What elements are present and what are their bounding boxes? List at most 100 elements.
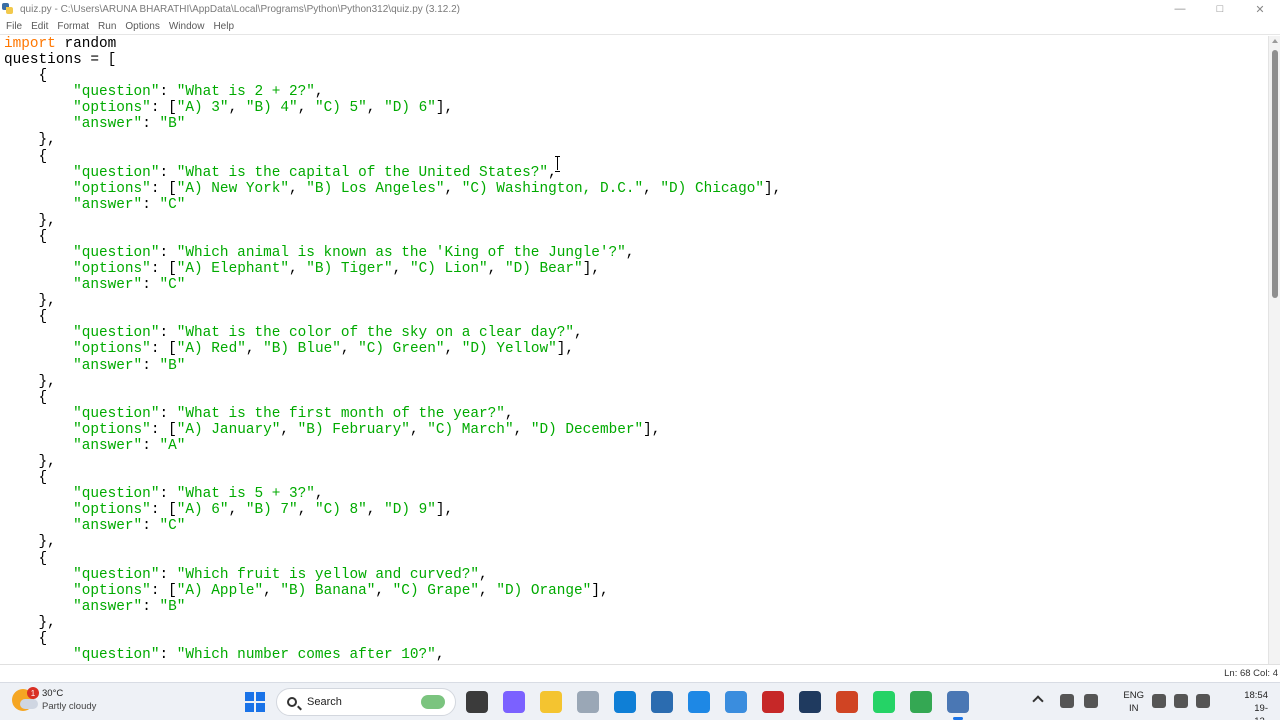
code-text[interactable]: import random questions = [ { "question":…	[0, 36, 1268, 663]
string-token: "answer"	[73, 518, 143, 535]
taskbar-file-explorer-dark-icon[interactable]	[466, 691, 488, 713]
battery-icon[interactable]	[1196, 694, 1210, 708]
code-token: :	[142, 598, 160, 615]
volume-muted-icon[interactable]	[1174, 694, 1188, 708]
taskbar-mcafee-icon[interactable]	[762, 691, 784, 713]
taskbar-store-icon[interactable]	[651, 691, 673, 713]
taskbar-file-explorer-icon[interactable]	[540, 691, 562, 713]
language-indicator[interactable]: ENG IN	[1123, 689, 1144, 715]
code-line[interactable]: "question": "Which number comes after 10…	[4, 647, 1268, 663]
code-line[interactable]: {	[4, 229, 1268, 245]
start-button[interactable]	[245, 692, 265, 712]
code-line[interactable]: "options": ["A) Red", "B) Blue", "C) Gre…	[4, 341, 1268, 357]
code-line[interactable]: "question": "What is 5 + 3?",	[4, 486, 1268, 502]
code-line[interactable]: {	[4, 149, 1268, 165]
taskbar-copilot-icon[interactable]	[503, 691, 525, 713]
maximize-button[interactable]: □	[1200, 0, 1240, 18]
code-line[interactable]: "options": ["A) New York", "B) Los Angel…	[4, 181, 1268, 197]
code-token: ,	[314, 84, 324, 101]
taskbar-python-idle-icon[interactable]	[577, 691, 599, 713]
taskbar-powerpoint-icon[interactable]	[836, 691, 858, 713]
code-token: },	[4, 293, 56, 310]
string-token: "options"	[73, 341, 151, 358]
code-line[interactable]: },	[4, 374, 1268, 390]
code-line[interactable]: "question": "What is the color of the sk…	[4, 325, 1268, 341]
code-line[interactable]: "answer": "B"	[4, 599, 1268, 615]
string-token: "C) Washington, D.C."	[461, 180, 644, 197]
code-line[interactable]: {	[4, 631, 1268, 647]
code-token: ],	[582, 261, 600, 278]
taskbar-search[interactable]: Search	[276, 688, 456, 716]
code-token: ,	[487, 261, 505, 278]
code-token: : [	[150, 180, 177, 197]
code-token: ,	[297, 100, 315, 117]
code-line[interactable]: "answer": "C"	[4, 197, 1268, 213]
taskbar-vscode-icon[interactable]	[688, 691, 710, 713]
menu-window[interactable]: Window	[165, 21, 210, 32]
clock[interactable]: 18:54 19-12-2024	[1244, 689, 1268, 720]
code-line[interactable]: "answer": "B"	[4, 116, 1268, 132]
code-line[interactable]: "options": ["A) January", "B) February",…	[4, 422, 1268, 438]
code-line[interactable]: "answer": "C"	[4, 518, 1268, 534]
code-line[interactable]: "question": "What is 2 + 2?",	[4, 84, 1268, 100]
menu-options[interactable]: Options	[121, 21, 164, 32]
code-line[interactable]: },	[4, 615, 1268, 631]
code-line[interactable]: {	[4, 551, 1268, 567]
code-token: :	[159, 245, 177, 262]
code-token: : [	[150, 421, 177, 438]
code-line[interactable]: "question": "What is the first month of …	[4, 406, 1268, 422]
code-line[interactable]: "options": ["A) Elephant", "B) Tiger", "…	[4, 261, 1268, 277]
taskbar-chrome-icon[interactable]	[910, 691, 932, 713]
code-editor[interactable]: import random questions = [ { "question":…	[0, 36, 1268, 664]
code-line[interactable]: {	[4, 309, 1268, 325]
code-token: : [	[150, 582, 177, 599]
menu-help[interactable]: Help	[209, 21, 239, 32]
code-line[interactable]: },	[4, 132, 1268, 148]
code-line[interactable]: "question": "What is the capital of the …	[4, 165, 1268, 181]
code-token: ,	[245, 341, 264, 358]
code-line[interactable]: "options": ["A) 6", "B) 7", "C) 8", "D) …	[4, 502, 1268, 518]
code-token: : [	[150, 502, 177, 519]
code-token: ,	[375, 582, 393, 599]
code-line[interactable]: "question": "Which fruit is yellow and c…	[4, 567, 1268, 583]
code-token: : [	[150, 261, 177, 278]
onedrive-icon[interactable]	[1060, 694, 1074, 708]
code-line[interactable]: "answer": "B"	[4, 358, 1268, 374]
wifi-icon[interactable]	[1152, 694, 1166, 708]
code-token: ,	[366, 502, 385, 519]
code-line[interactable]: },	[4, 213, 1268, 229]
code-line[interactable]: },	[4, 293, 1268, 309]
code-line[interactable]: {	[4, 68, 1268, 84]
code-line[interactable]: questions = [	[4, 52, 1268, 68]
menu-bar: File Edit Format Run Options Window Help	[0, 18, 1280, 35]
code-line[interactable]: },	[4, 454, 1268, 470]
string-token: "answer"	[73, 598, 143, 615]
close-button[interactable]: ✕	[1240, 0, 1280, 18]
code-line[interactable]: import random	[4, 36, 1268, 52]
microphone-icon[interactable]	[1084, 694, 1098, 708]
code-line[interactable]: },	[4, 534, 1268, 550]
code-line[interactable]: "answer": "C"	[4, 277, 1268, 293]
code-line[interactable]: {	[4, 390, 1268, 406]
taskbar-settings-icon[interactable]	[725, 691, 747, 713]
taskbar-terminal-icon[interactable]	[799, 691, 821, 713]
minimize-button[interactable]: —	[1160, 0, 1200, 18]
code-line[interactable]: "options": ["A) Apple", "B) Banana", "C)…	[4, 583, 1268, 599]
taskbar-python-active-icon[interactable]	[947, 691, 969, 720]
code-line[interactable]: "answer": "A"	[4, 438, 1268, 454]
taskbar-whatsapp-icon[interactable]	[873, 691, 895, 713]
code-line[interactable]: "question": "Which animal is known as th…	[4, 245, 1268, 261]
code-line[interactable]: {	[4, 470, 1268, 486]
weather-widget[interactable]: 1 30°C Partly cloudy	[12, 687, 96, 713]
show-hidden-icons-chevron-icon[interactable]	[1032, 695, 1044, 707]
menu-run[interactable]: Run	[94, 21, 121, 32]
menu-edit[interactable]: Edit	[27, 21, 53, 32]
string-token: "A) 3"	[176, 100, 229, 117]
vertical-scrollbar[interactable]	[1268, 36, 1280, 664]
menu-format[interactable]: Format	[53, 21, 94, 32]
code-line[interactable]: "options": ["A) 3", "B) 4", "C) 5", "D) …	[4, 100, 1268, 116]
menu-file[interactable]: File	[2, 21, 27, 32]
scroll-up-arrow-icon[interactable]	[1272, 39, 1278, 43]
taskbar-edge-icon[interactable]	[614, 691, 636, 713]
scrollbar-thumb[interactable]	[1272, 50, 1278, 298]
